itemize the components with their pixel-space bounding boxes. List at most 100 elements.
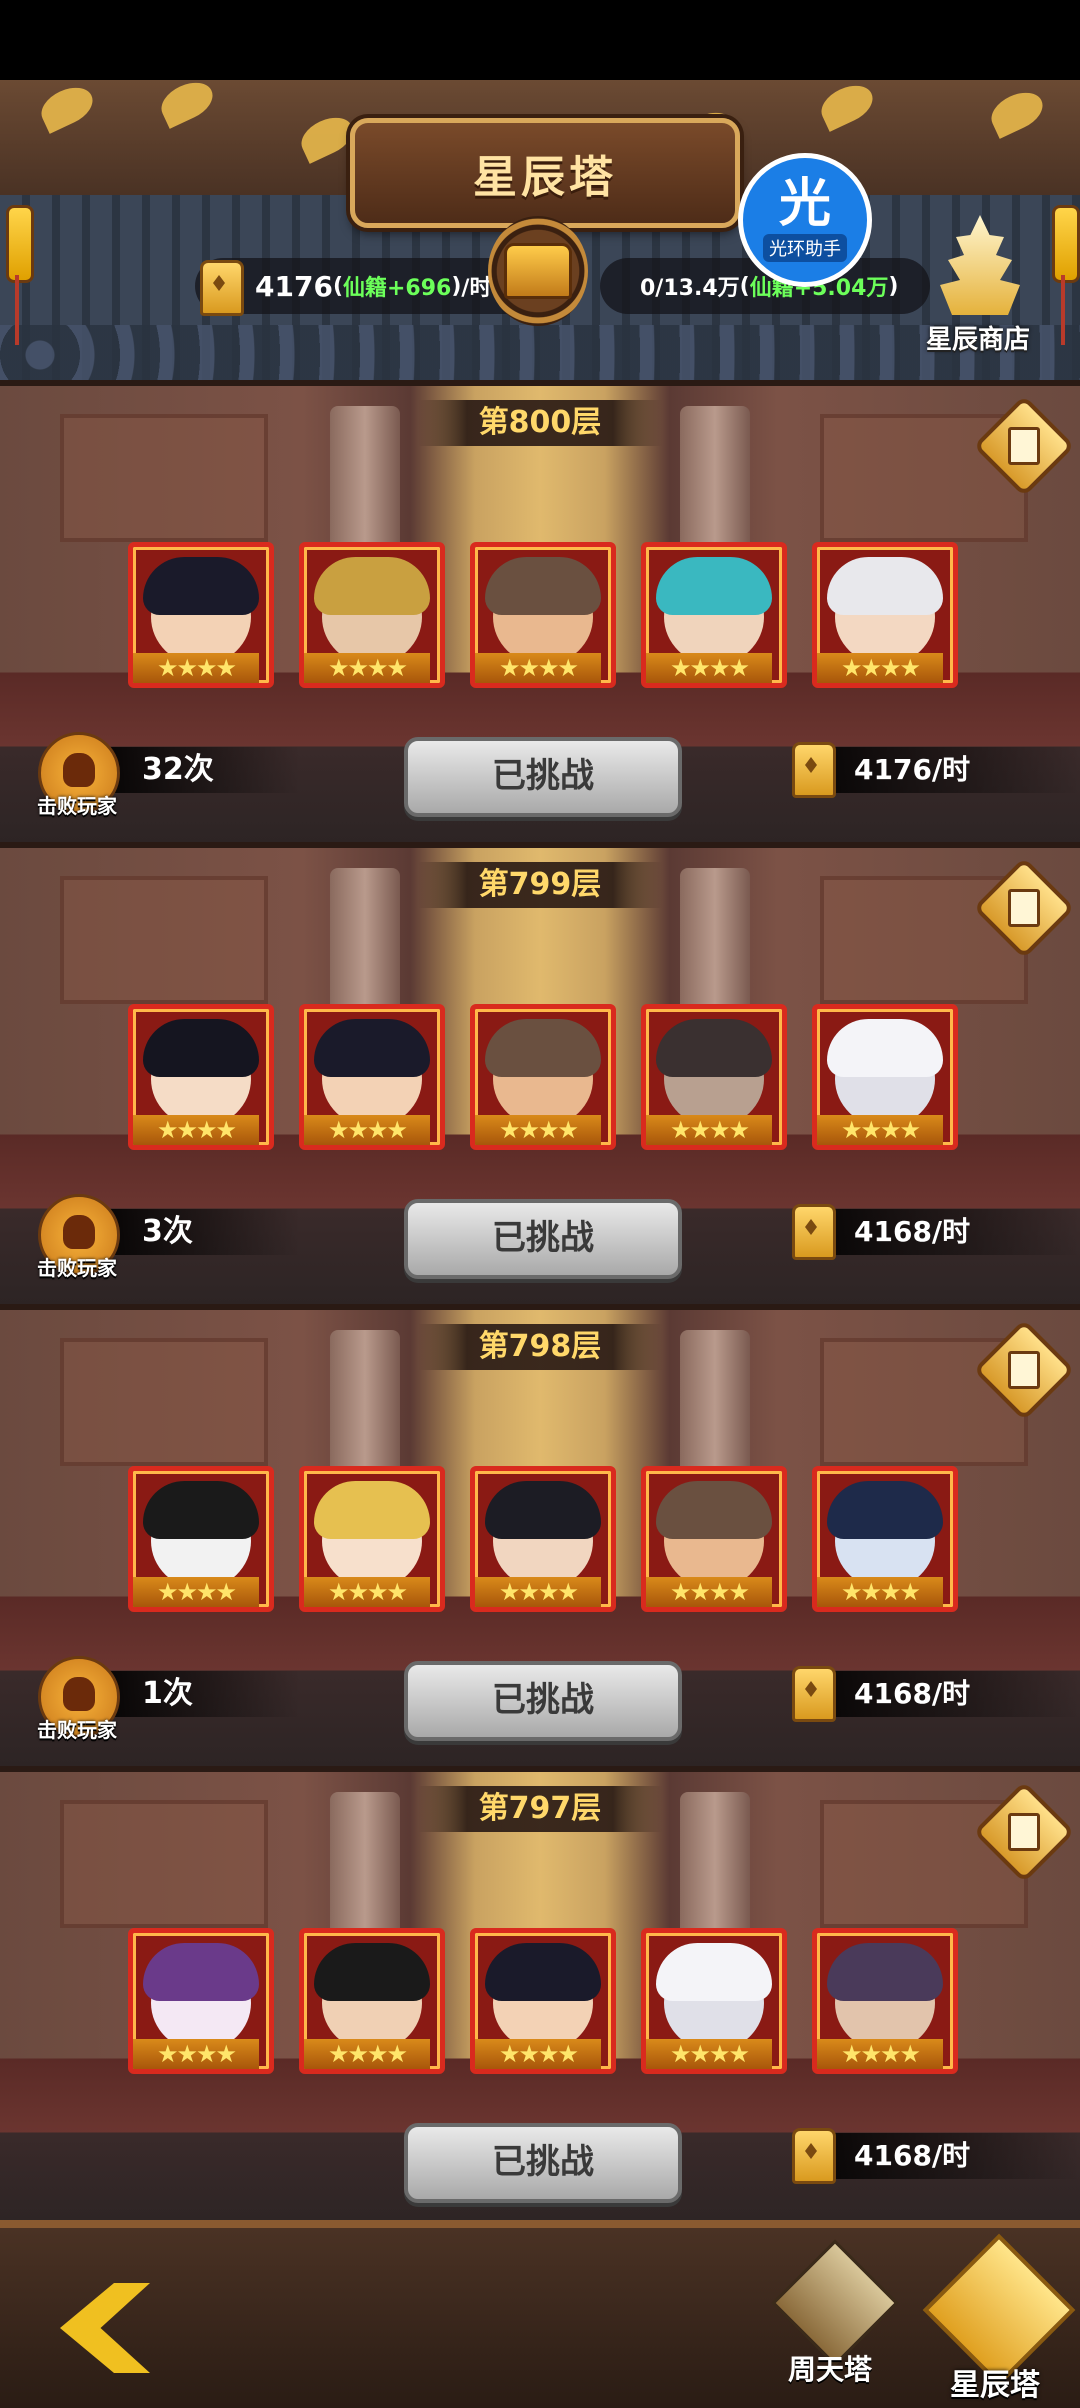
- chest-progress-value: 0/13.4万: [640, 276, 740, 301]
- hero-avatar[interactable]: ★★★★: [812, 542, 958, 688]
- hero-hair: [143, 1943, 259, 2001]
- floor-hourly-rate: 4168/时: [820, 1671, 1080, 1717]
- hero-hair: [656, 557, 772, 615]
- hero-stars: ★★★★: [817, 2039, 943, 2069]
- challenged-button[interactable]: 已挑战: [404, 2123, 682, 2203]
- floor-title: 第798层: [418, 1324, 662, 1370]
- zhoutian-tower-button[interactable]: 周天塔: [770, 2239, 899, 2398]
- hero-stars: ★★★★: [646, 1115, 772, 1145]
- hero-hair: [485, 1481, 601, 1539]
- token-icon: [792, 1666, 836, 1722]
- treasure-chest-icon: [504, 243, 572, 299]
- floor-hourly-rate: 4168/时: [820, 1209, 1080, 1255]
- floor-title: 第799层: [418, 862, 662, 908]
- hero-avatar[interactable]: ★★★★: [470, 542, 616, 688]
- hero-stars: ★★★★: [133, 2039, 259, 2069]
- defeat-label: 击败玩家: [37, 1718, 117, 1742]
- helper-badge-label: 光环助手: [763, 234, 847, 262]
- challenged-button[interactable]: 已挑战: [404, 737, 682, 817]
- challenged-button[interactable]: 已挑战: [404, 1199, 682, 1279]
- hero-stars: ★★★★: [304, 1115, 430, 1145]
- status-bar: [0, 0, 1080, 80]
- hero-stars: ★★★★: [646, 653, 772, 683]
- hero-hair: [314, 1943, 430, 2001]
- floor-hourly-rate: 4168/时: [820, 2133, 1080, 2179]
- hero-stars: ★★★★: [133, 1115, 259, 1145]
- floor-card: 第798层 ★★★★ ★★★★ ★★★★ ★★★★ ★★★★ 1次 击败玩家 已挑战 4168/时: [0, 1304, 1080, 1772]
- hero-stars: ★★★★: [817, 1115, 943, 1145]
- hero-stars: ★★★★: [817, 1577, 943, 1607]
- hero-avatar[interactable]: ★★★★: [299, 1928, 445, 2074]
- hero-avatar[interactable]: ★★★★: [128, 542, 274, 688]
- token-icon: [792, 1204, 836, 1260]
- lantern-string: [1061, 275, 1065, 345]
- helper-badge-glyph: 光: [778, 174, 831, 234]
- hero-stars: ★★★★: [475, 1115, 601, 1145]
- wall-panel: [60, 1338, 268, 1466]
- hero-stars: ★★★★: [133, 653, 259, 683]
- floor-card: 第800层 ★★★★ ★★★★ ★★★★ ★★★★ ★★★★ 32次 击败玩家 已挑战 4176/…: [0, 380, 1080, 848]
- bottom-nav: 周天塔 星辰塔: [0, 2220, 1080, 2408]
- hero-hair: [143, 1019, 259, 1077]
- hero-hair: [485, 1943, 601, 2001]
- hero-avatar[interactable]: ★★★★: [812, 1466, 958, 1612]
- hero-avatar[interactable]: ★★★★: [641, 1004, 787, 1150]
- challenged-button[interactable]: 已挑战: [404, 1661, 682, 1741]
- hero-avatar[interactable]: ★★★★: [470, 1928, 616, 2074]
- hero-avatar[interactable]: ★★★★: [812, 1004, 958, 1150]
- token-icon: [792, 742, 836, 798]
- hero-hair: [656, 1943, 772, 2001]
- lantern-icon: [6, 205, 34, 283]
- hero-stars: ★★★★: [475, 653, 601, 683]
- lantern-icon: [1052, 205, 1080, 283]
- hero-stars: ★★★★: [817, 653, 943, 683]
- hero-avatar[interactable]: ★★★★: [812, 1928, 958, 2074]
- star-shop-button[interactable]: 星辰商店: [908, 215, 1048, 355]
- hero-hair: [827, 557, 943, 615]
- hero-hair: [485, 557, 601, 615]
- floor-title: 第797层: [418, 1786, 662, 1832]
- hourly-income-value: 4176: [255, 269, 333, 303]
- lantern-string: [15, 275, 19, 345]
- defeat-count: 32次: [110, 747, 300, 793]
- hourly-income-unit: /时: [461, 276, 492, 301]
- hero-hair: [314, 557, 430, 615]
- pagoda-icon: [940, 215, 1020, 315]
- hero-avatar[interactable]: ★★★★: [299, 1466, 445, 1612]
- helper-badge[interactable]: 光 光环助手: [738, 153, 872, 287]
- hero-stars: ★★★★: [475, 2039, 601, 2069]
- hero-hair: [827, 1943, 943, 2001]
- hero-hair: [827, 1481, 943, 1539]
- hero-avatar[interactable]: ★★★★: [641, 542, 787, 688]
- hero-avatar[interactable]: ★★★★: [128, 1004, 274, 1150]
- floor-card: 第797层 ★★★★ ★★★★ ★★★★ ★★★★ ★★★★ 已挑战 4168/时: [0, 1766, 1080, 2234]
- hero-avatar[interactable]: ★★★★: [299, 1004, 445, 1150]
- floor-title: 第800层: [418, 400, 662, 446]
- hero-hair: [314, 1019, 430, 1077]
- hero-stars: ★★★★: [646, 1577, 772, 1607]
- hero-avatar[interactable]: ★★★★: [128, 1928, 274, 2074]
- xingchen-tower-button[interactable]: 星辰塔: [915, 2233, 1076, 2408]
- hero-stars: ★★★★: [304, 2039, 430, 2069]
- hero-avatar[interactable]: ★★★★: [299, 542, 445, 688]
- hero-hair: [143, 1481, 259, 1539]
- hero-hair: [143, 557, 259, 615]
- hero-hair: [314, 1481, 430, 1539]
- defeat-count: 3次: [110, 1209, 300, 1255]
- back-button[interactable]: [60, 2283, 170, 2373]
- page-title: 星辰塔: [473, 152, 617, 203]
- hero-stars: ★★★★: [475, 1577, 601, 1607]
- hero-avatar[interactable]: ★★★★: [641, 1466, 787, 1612]
- hero-stars: ★★★★: [646, 2039, 772, 2069]
- treasure-chest-button[interactable]: [488, 216, 588, 326]
- hero-avatar[interactable]: ★★★★: [128, 1466, 274, 1612]
- hero-avatar[interactable]: ★★★★: [641, 1928, 787, 2074]
- defeat-label: 击败玩家: [37, 1256, 117, 1280]
- wall-panel: [60, 414, 268, 542]
- hero-avatar[interactable]: ★★★★: [470, 1466, 616, 1612]
- page-title-plate: 星辰塔: [350, 118, 740, 228]
- hero-avatar[interactable]: ★★★★: [470, 1004, 616, 1150]
- hourly-income-bonus: 仙籍+696: [343, 276, 452, 301]
- token-icon: [200, 260, 244, 316]
- floor-card: 第799层 ★★★★ ★★★★ ★★★★ ★★★★ ★★★★ 3次 击败玩家 已挑战 4168/时: [0, 842, 1080, 1310]
